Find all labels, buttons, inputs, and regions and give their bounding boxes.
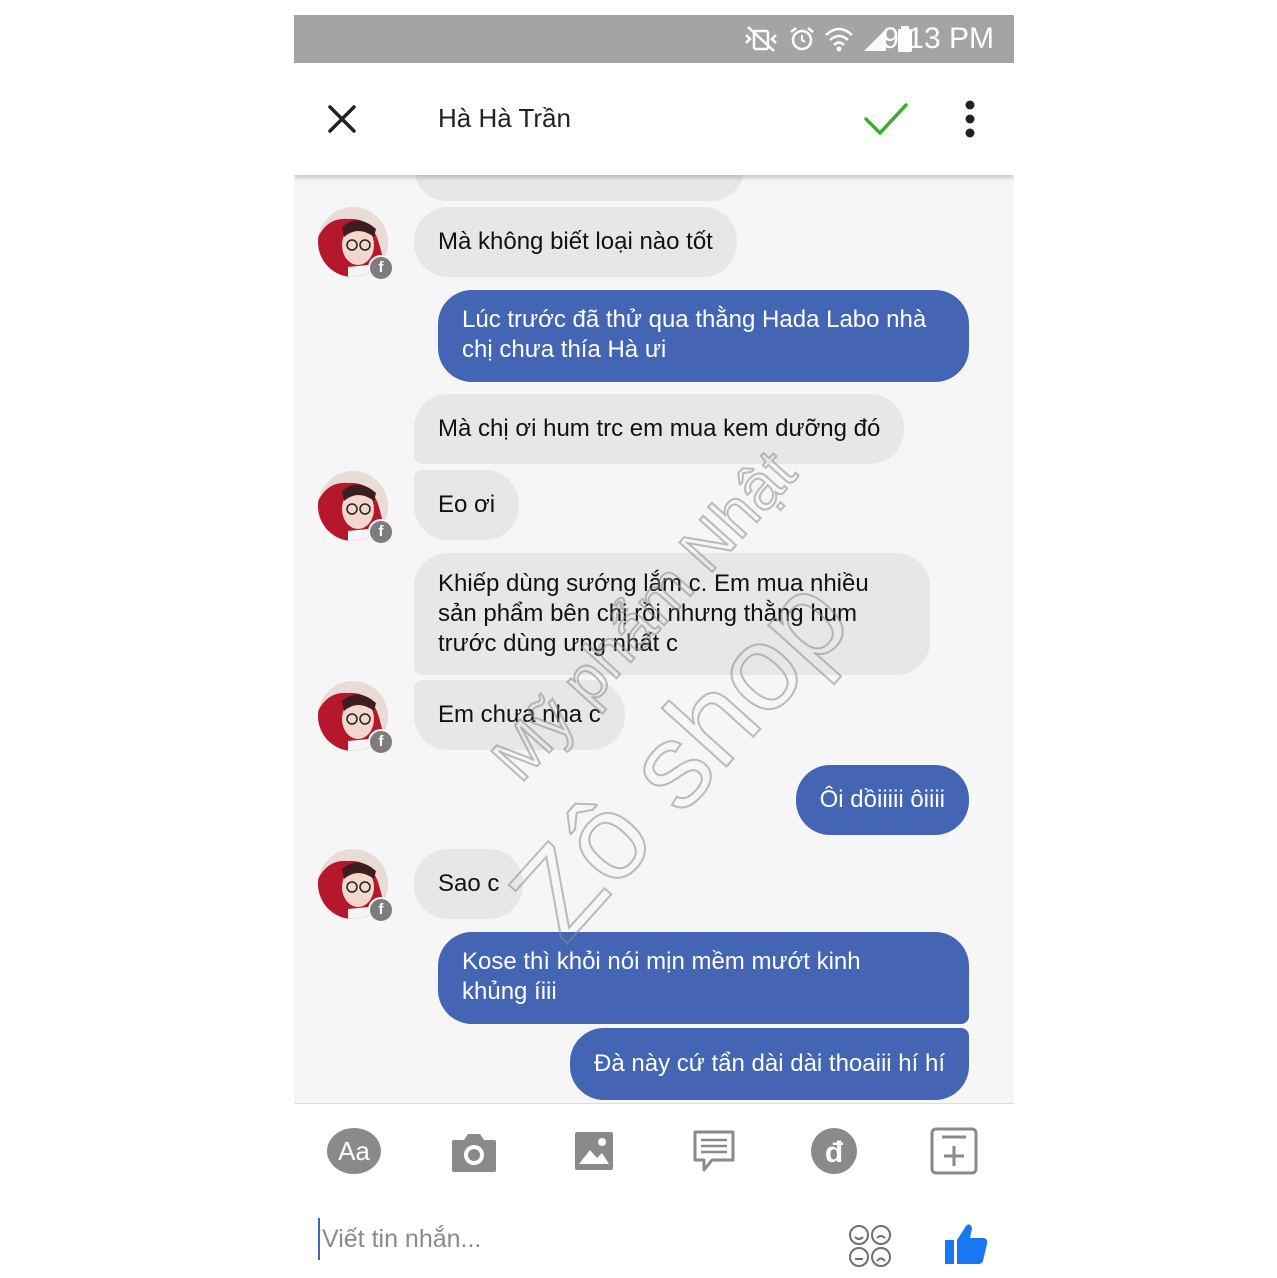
payment-symbol: đ	[825, 1136, 844, 1169]
add-icon	[930, 1127, 978, 1175]
facebook-badge-icon: f	[368, 255, 394, 281]
message-bubble-incoming[interactable]: Mà chị ơi hum trc em mua kem dưỡng đó	[414, 394, 905, 464]
gallery-button[interactable]	[566, 1126, 622, 1176]
camera-icon	[452, 1134, 496, 1172]
message-bubble-incoming[interactable]: Sao c	[414, 849, 524, 919]
text-icon: Aa	[327, 1128, 381, 1174]
message-text: Ôi dồiiiii ôiiii	[819, 786, 945, 813]
avatar[interactable]: f	[318, 849, 394, 923]
message-text-line: sản phẩm bên chị rồi nhưng thằng hum	[438, 600, 858, 627]
message-text: Eo ơi	[438, 491, 496, 518]
message-bubble-outgoing[interactable]: Kose thì khỏi nói mịn mềm mướt kinh khủn…	[438, 932, 969, 1024]
status-time: 9:13 PM	[882, 22, 994, 55]
avatar[interactable]: f	[318, 681, 394, 755]
image-icon	[575, 1132, 613, 1170]
emoji-button[interactable]	[848, 1224, 892, 1268]
message-text-line: chị chưa thía Hà ưi	[462, 336, 667, 363]
message-bubble-incoming[interactable]: Em chưa nha c	[414, 680, 625, 750]
conversation-header: Hà Hà Trần	[294, 63, 1014, 175]
message-text-line: Kose thì khỏi nói mịn mềm mướt kinh	[462, 948, 861, 975]
camera-button[interactable]	[446, 1126, 502, 1176]
text-style-button[interactable]: Aa	[326, 1126, 382, 1176]
like-button[interactable]	[942, 1220, 990, 1268]
message-text: Đà này cứ tẩn dài dài thoaiii hí hí	[594, 1050, 945, 1077]
payment-button[interactable]: đ	[806, 1126, 862, 1176]
messenger-screen: 9:13 PM Hà Hà Trần f Mà không biết loại …	[294, 15, 1014, 1278]
status-bar: 9:13 PM	[294, 15, 1014, 63]
payment-icon: đ	[811, 1128, 857, 1174]
close-button[interactable]	[322, 99, 362, 139]
more-vertical-icon	[965, 100, 975, 138]
message-bubble-incoming[interactable]: Eo ơi	[414, 470, 520, 540]
text-button-label: Aa	[338, 1136, 370, 1166]
message-composer	[294, 1204, 1014, 1278]
message-text: Sao c	[438, 870, 500, 897]
done-button[interactable]	[862, 97, 910, 141]
check-icon	[864, 103, 908, 135]
message-list[interactable]: f Mà không biết loại nào tốt Lúc trước đ…	[294, 175, 1014, 1103]
message-input[interactable]	[318, 1218, 804, 1260]
emoji-icon	[849, 1225, 891, 1267]
facebook-badge-icon: f	[368, 897, 394, 923]
more-options-button[interactable]	[954, 99, 986, 139]
alarm-icon	[790, 27, 814, 51]
message-text: Em chưa nha c	[438, 701, 601, 728]
message-sticker-icon	[693, 1130, 735, 1172]
wifi-icon	[825, 27, 853, 52]
message-bubble-outgoing[interactable]: Ôi dồiiiii ôiiii	[795, 765, 969, 835]
message-text-line: khủng íiii	[462, 978, 557, 1005]
composer-toolbar: Aa đ	[294, 1104, 1014, 1204]
partial-message-bubble	[414, 175, 744, 201]
message-text-line: Khiếp dùng sướng lắm c. Em mua nhiều	[438, 570, 869, 597]
message-bubble-outgoing[interactable]: Lúc trước đã thử qua thằng Hada Labo nhà…	[438, 290, 969, 382]
vibrate-mute-icon	[745, 26, 777, 52]
message-bubble-outgoing[interactable]: Đà này cứ tẩn dài dài thoaiii hí hí	[570, 1028, 969, 1100]
avatar[interactable]: f	[318, 471, 394, 545]
more-actions-button[interactable]	[926, 1126, 982, 1176]
facebook-badge-icon: f	[368, 729, 394, 755]
sticker-button[interactable]	[686, 1126, 742, 1176]
contact-name: Hà Hà Trần	[438, 103, 571, 133]
message-bubble-incoming[interactable]: Mà không biết loại nào tốt	[414, 207, 737, 277]
message-text: Mà không biết loại nào tốt	[438, 228, 713, 255]
message-text: Mà chị ơi hum trc em mua kem dưỡng đó	[438, 415, 881, 442]
message-text-line: trước dùng ưng nhất c	[438, 630, 678, 657]
facebook-badge-icon: f	[368, 519, 394, 545]
close-icon	[328, 105, 356, 133]
thumbs-up-icon	[945, 1224, 988, 1264]
message-text-line: Lúc trước đã thử qua thằng Hada Labo nhà	[462, 306, 927, 333]
message-bubble-incoming[interactable]: Khiếp dùng sướng lắm c. Em mua nhiều sản…	[414, 553, 930, 675]
avatar[interactable]: f	[318, 207, 394, 281]
